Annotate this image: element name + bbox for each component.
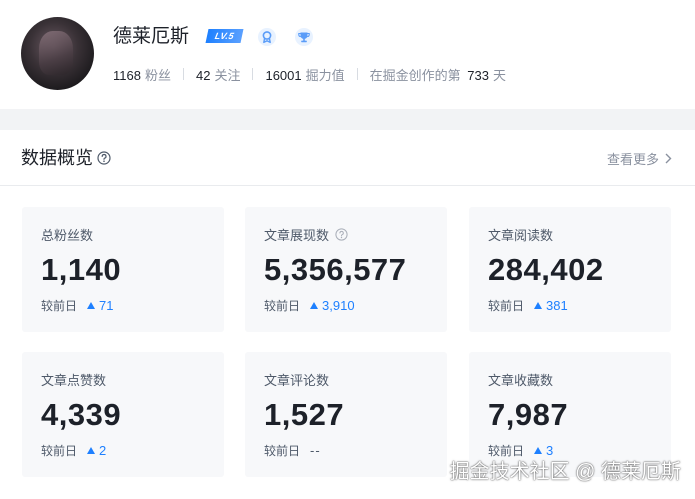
watermark: 掘金技术社区 @ 德莱厄斯: [449, 461, 681, 483]
tile-label-text: 文章展现数: [264, 228, 330, 243]
stat-tile-total-followers[interactable]: 总粉丝数 1,140 较前日 71: [22, 207, 224, 332]
followers-count: 1168: [113, 67, 141, 83]
power-stat: 16001 掘力值: [265, 65, 344, 84]
medal-icon[interactable]: [257, 27, 277, 47]
tile-compare: 较前日 381: [488, 297, 568, 314]
up-arrow-icon: [534, 447, 543, 454]
compare-label: 较前日: [264, 444, 301, 458]
tile-label-text: 文章收藏数: [488, 373, 554, 388]
overview-title: 数据概览: [21, 148, 93, 168]
tile-compare: 较前日 71: [41, 297, 113, 314]
following-count: 42: [195, 67, 211, 83]
avatar[interactable]: [21, 17, 94, 90]
power-value: 16001: [265, 67, 302, 83]
tile-label-text: 文章评论数: [264, 373, 330, 388]
up-arrow-icon: [534, 302, 543, 309]
following-stat[interactable]: 42 关注: [196, 65, 240, 84]
tile-delta: --: [310, 443, 321, 458]
tile-label: 总粉丝数: [41, 225, 93, 244]
tile-compare: 较前日 3,910: [264, 297, 355, 314]
up-arrow-icon: [310, 302, 319, 309]
up-arrow-icon: [87, 447, 96, 454]
days-prefix: 在掘金创作的第: [369, 67, 461, 83]
trophy-icon[interactable]: [294, 27, 314, 47]
stat-divider: [182, 68, 184, 80]
stat-tile-article-comments[interactable]: 文章评论数 1,527 较前日 --: [245, 352, 447, 477]
chevron-right-icon: [665, 153, 672, 164]
tile-value: 1,527: [264, 397, 345, 432]
profile-card: 德莱厄斯 LV.5 1168 粉丝 42 关注 16001 掘力值 在掘金创作的第 7…: [0, 0, 695, 109]
tile-delta: 3,910: [322, 298, 355, 313]
view-more-link[interactable]: 查看更多: [607, 149, 672, 168]
tile-label: 文章收藏数: [488, 370, 553, 389]
tile-value: 4,339: [41, 397, 122, 432]
help-icon[interactable]: [97, 151, 111, 165]
stat-tile-article-impressions[interactable]: 文章展现数 5,356,577 较前日 3,910: [245, 207, 447, 332]
tile-delta: 71: [99, 298, 114, 313]
tile-value: 284,402: [488, 252, 604, 287]
tile-label: 文章评论数: [264, 370, 329, 389]
tile-value: 7,987: [488, 397, 569, 432]
tile-label: 文章阅读数: [488, 225, 553, 244]
creation-days: 在掘金创作的第 733 天: [370, 65, 506, 84]
profile-stats: 1168 粉丝 42 关注 16001 掘力值 在掘金创作的第 733 天: [113, 64, 506, 84]
help-icon[interactable]: [335, 228, 348, 241]
stat-tile-article-likes[interactable]: 文章点赞数 4,339 较前日 2: [22, 352, 224, 477]
tile-label-text: 文章阅读数: [488, 228, 554, 243]
tile-value: 1,140: [41, 252, 122, 287]
days-value: 733: [467, 67, 489, 83]
tile-compare: 较前日 2: [41, 442, 106, 459]
up-arrow-icon: [87, 302, 96, 309]
level-badge[interactable]: LV.5: [205, 29, 244, 43]
tile-label: 文章展现数: [264, 225, 348, 244]
compare-label: 较前日: [488, 299, 525, 313]
tile-delta: 2: [99, 443, 107, 458]
stat-tile-article-reads[interactable]: 文章阅读数 284,402 较前日 381: [469, 207, 671, 332]
tile-compare: 较前日 --: [264, 442, 321, 459]
stat-divider: [252, 68, 254, 80]
divider: [0, 185, 695, 186]
followers-label: 粉丝: [144, 67, 171, 83]
tile-label-text: 总粉丝数: [41, 228, 94, 243]
stat-divider: [356, 68, 358, 80]
tile-delta: 381: [546, 298, 568, 313]
user-name[interactable]: 德莱厄斯: [113, 25, 189, 49]
data-overview-card: 数据概览 查看更多 总粉丝数 1,140 较前日 71 文章展现数 5,356,…: [0, 130, 695, 499]
power-label: 掘力值: [305, 67, 345, 83]
tile-value: 5,356,577: [264, 252, 407, 287]
days-suffix: 天: [492, 67, 506, 83]
view-more-label: 查看更多: [606, 152, 659, 167]
followers-stat[interactable]: 1168 粉丝: [113, 65, 171, 84]
compare-label: 较前日: [41, 299, 78, 313]
compare-label: 较前日: [264, 299, 301, 313]
compare-label: 较前日: [41, 444, 78, 458]
tile-label: 文章点赞数: [41, 370, 106, 389]
tile-label-text: 文章点赞数: [41, 373, 107, 388]
following-label: 关注: [214, 67, 241, 83]
